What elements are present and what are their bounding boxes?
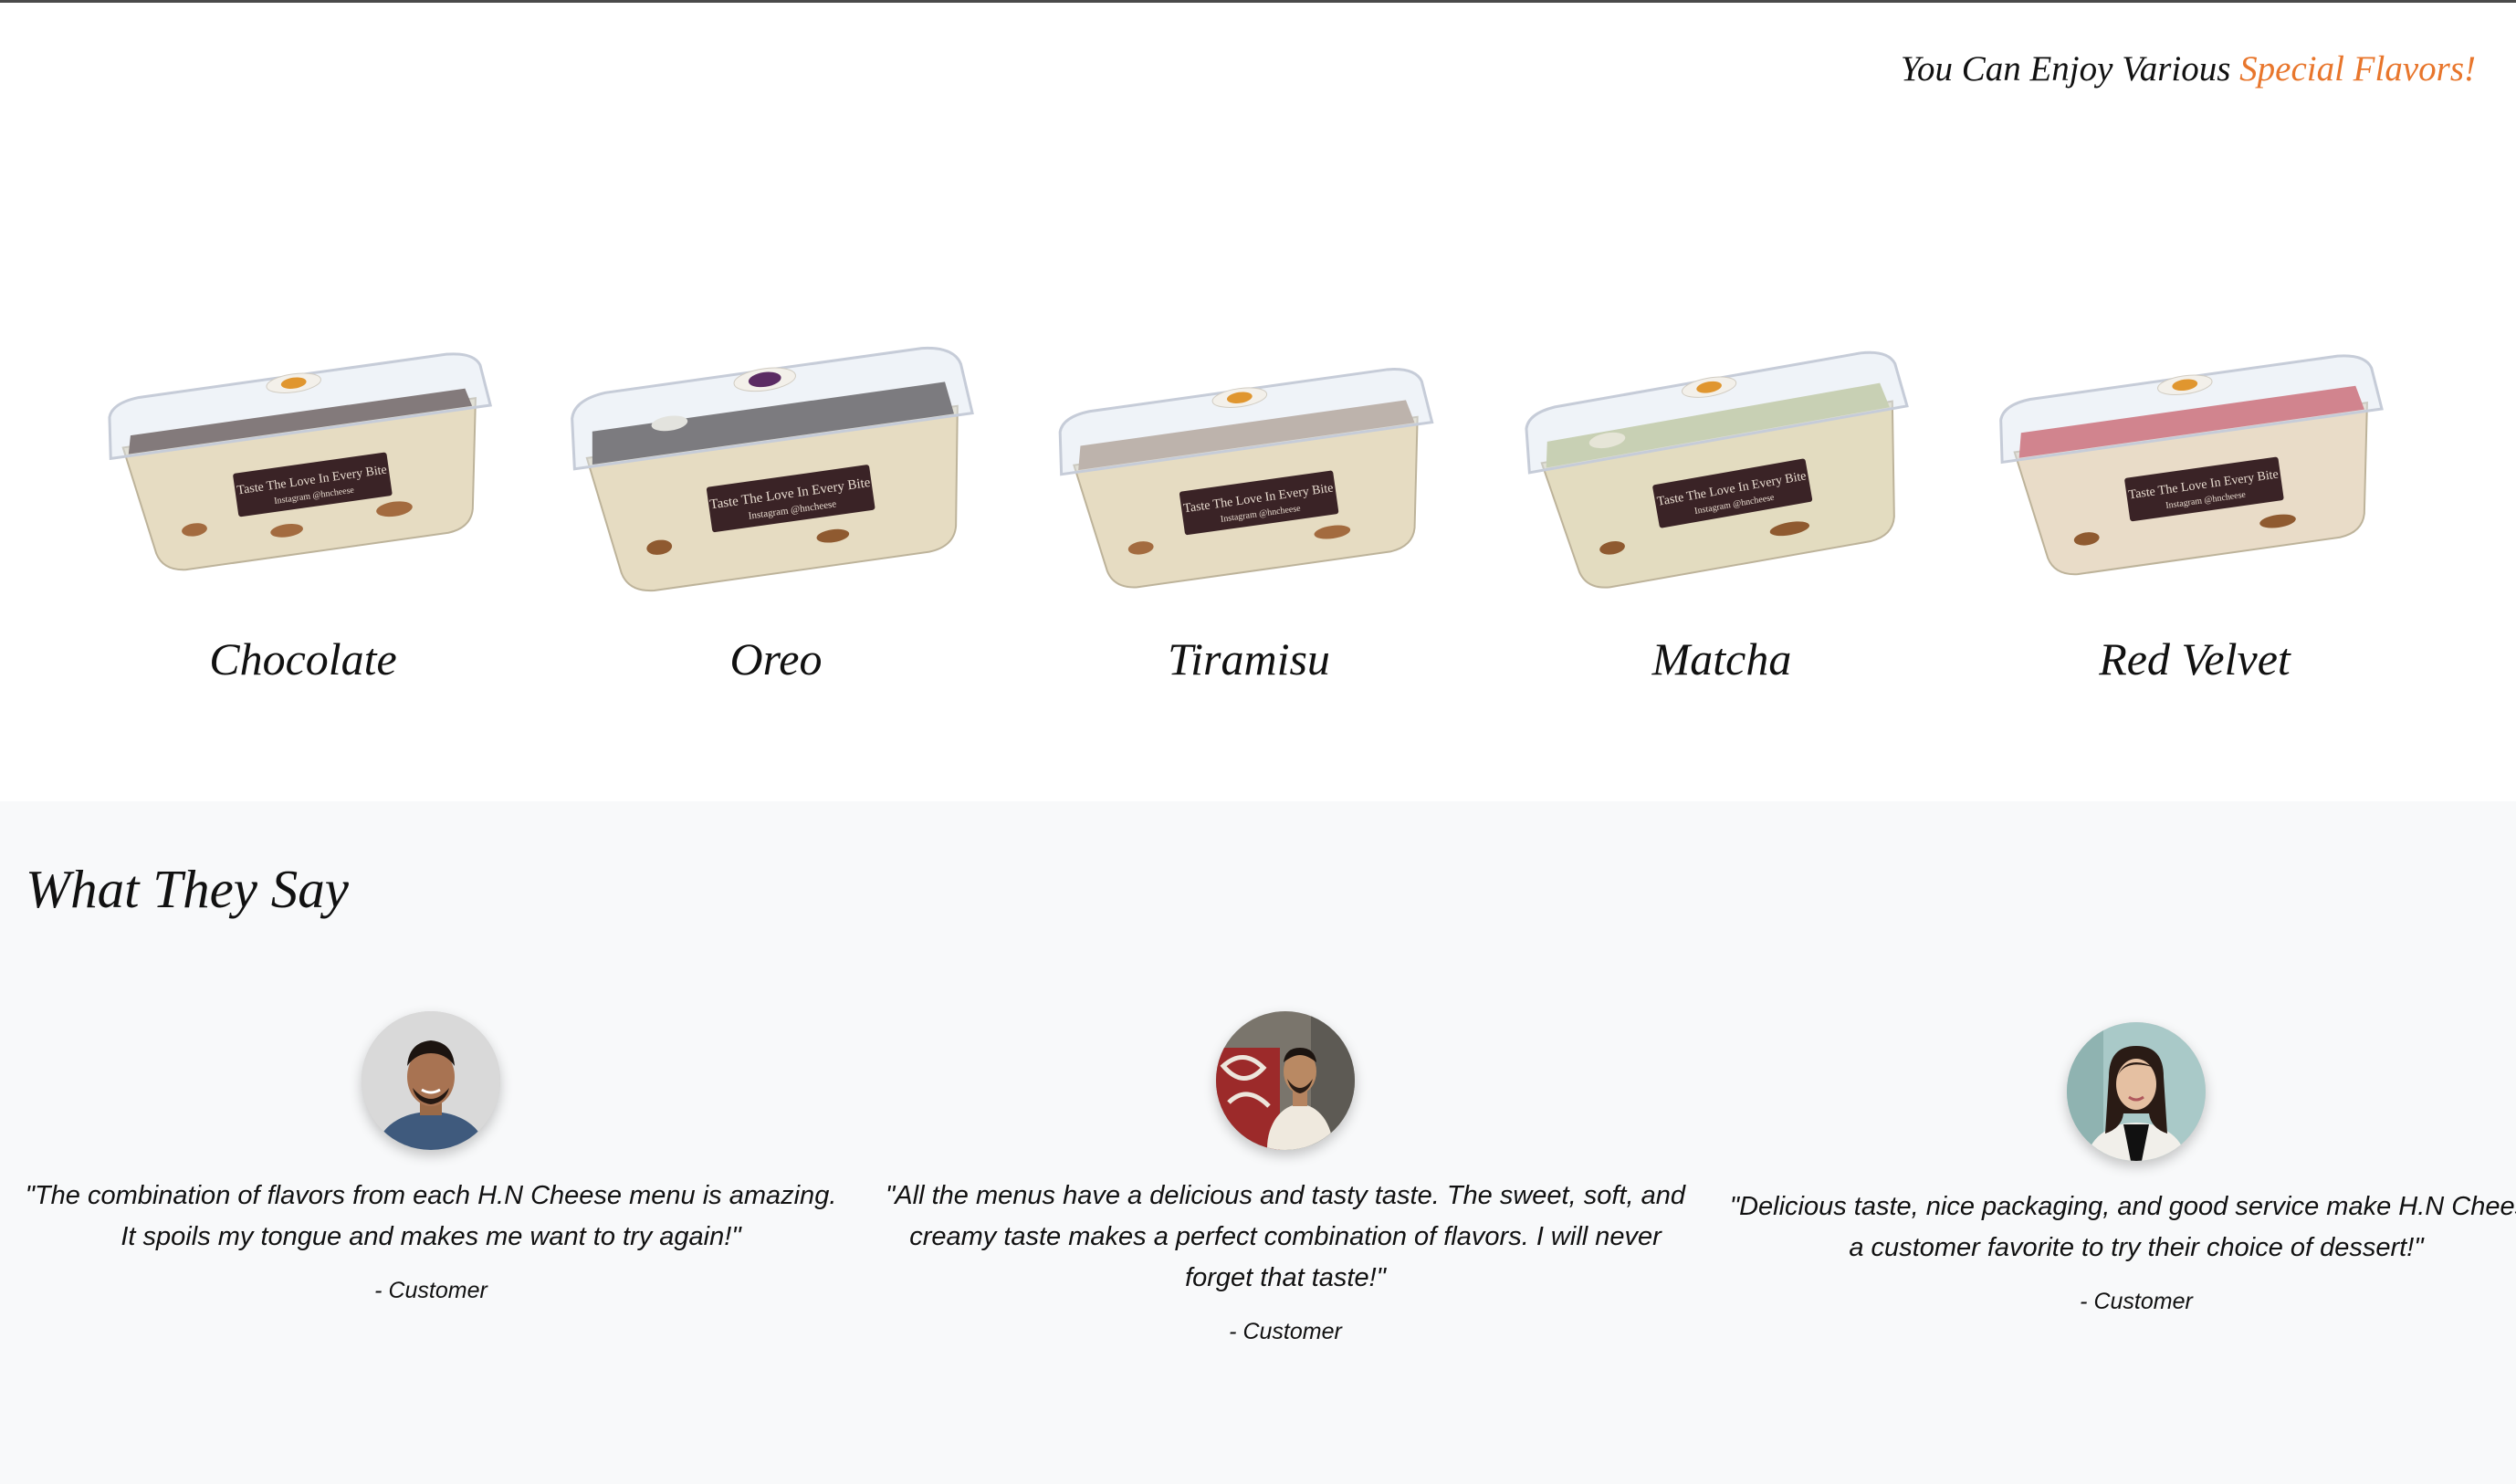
chocolate-product-image: Taste The Love In Every Bite Instagram @… — [108, 352, 493, 571]
tagline-accent: Special Flavors! — [2239, 49, 2476, 89]
flavor-card-chocolate[interactable]: Taste The Love In Every Bite Instagram @… — [75, 304, 531, 705]
testimonial-author: - Customer — [1229, 1319, 1342, 1344]
flavors-section: You Can Enjoy Various Special Flavors! T… — [0, 3, 2516, 801]
section-title: What They Say — [26, 859, 349, 919]
testimonial-card: "All the menus have a delicious and tast… — [875, 1011, 1696, 1345]
flavor-card-matcha[interactable]: Taste The Love In Every Bite Instagram @… — [1494, 304, 1950, 705]
customer-avatar — [362, 1011, 500, 1150]
customer-photo-icon — [2067, 1022, 2206, 1161]
flavors-tagline: You Can Enjoy Various Special Flavors! — [1901, 48, 2476, 89]
tiramisu-product-image: Taste The Love In Every Bite Instagram @… — [1058, 368, 1434, 589]
testimonial-author: - Customer — [374, 1278, 487, 1303]
flavor-name: Oreo — [729, 633, 823, 685]
flavor-card-tiramisu[interactable]: Taste The Love In Every Bite Instagram @… — [1021, 304, 1477, 705]
matcha-product-image: Taste The Love In Every Bite Instagram @… — [1525, 350, 1909, 589]
oreo-product-image: Taste The Love In Every Bite Instagram @… — [571, 346, 974, 592]
tagline-text: You Can Enjoy Various — [1900, 49, 2240, 89]
flavor-name: Tiramisu — [1168, 633, 1330, 685]
flavor-name: Matcha — [1651, 633, 1792, 685]
testimonial-author: - Customer — [2080, 1289, 2193, 1314]
customer-photo-icon — [1216, 1011, 1355, 1150]
testimonial-quote: "The combination of flavors from each H.… — [25, 1181, 837, 1251]
flavor-card-red-velvet[interactable]: Taste The Love In Every Bite Instagram @… — [1966, 304, 2423, 705]
testimonial-quote: "Delicious taste, nice packaging, and go… — [1729, 1192, 2516, 1262]
testimonial-card: "The combination of flavors from each H.… — [20, 1011, 842, 1304]
customer-avatar — [1216, 1011, 1355, 1150]
testimonials-section: What They Say "The combination of flavor… — [0, 801, 2516, 1484]
flavor-card-oreo[interactable]: Taste The Love In Every Bite Instagram @… — [548, 304, 1004, 705]
customer-photo-icon — [362, 1011, 500, 1150]
flavor-name: Chocolate — [209, 633, 397, 685]
testimonial-card: "Delicious taste, nice packaging, and go… — [1725, 1022, 2516, 1315]
red-velvet-product-image: Taste The Love In Every Bite Instagram @… — [1999, 354, 2384, 576]
testimonial-quote: "All the menus have a delicious and tast… — [886, 1181, 1685, 1292]
customer-avatar — [2067, 1022, 2206, 1161]
flavor-name: Red Velvet — [2099, 633, 2291, 685]
